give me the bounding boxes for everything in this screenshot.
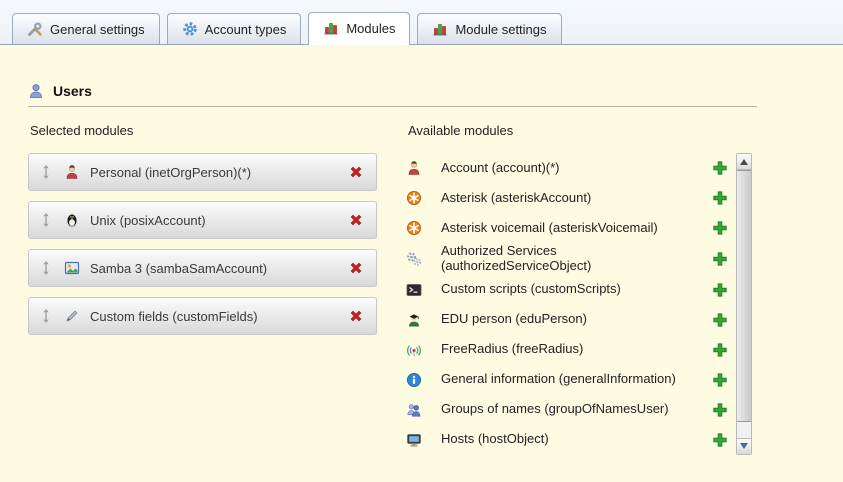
samba-icon [64,260,80,276]
tools-icon [27,21,43,37]
gear-icon [182,21,198,37]
tab-label: Account types [205,22,287,37]
available-module-row: Asterisk (asteriskAccount) [406,183,728,213]
available-module-label: Authorized Services (authorizedServiceOb… [441,244,703,274]
available-modules-column: Available modules Account (account)(*) A… [406,123,752,455]
edu-person-icon [406,312,422,328]
page-title: Users [53,83,92,99]
selected-module-row[interactable]: Samba 3 (sambaSamAccount) [28,249,377,287]
available-module-label: General information (generalInformation) [441,372,703,387]
selected-module-label: Samba 3 (sambaSamAccount) [90,261,267,276]
selected-module-row[interactable]: Custom fields (customFields) [28,297,377,335]
available-module-row: Account (account)(*) [406,153,728,183]
available-module-label: Account (account)(*) [441,161,703,176]
add-icon[interactable] [712,372,728,388]
asterisk-icon [406,190,422,206]
scroll-down-button[interactable] [737,438,751,454]
tab-modules[interactable]: Modules [308,12,410,45]
selected-module-row[interactable]: Unix (posixAccount) [28,201,377,239]
arrow-up-icon [740,159,748,165]
add-icon[interactable] [712,282,728,298]
tab-label: General settings [50,22,145,37]
available-module-row: General information (generalInformation) [406,365,728,395]
selected-modules-column: Selected modules Personal (inetOrgPerson… [28,123,377,455]
available-module-row: Asterisk voicemail (asteriskVoicemail) [406,213,728,243]
groups-icon [406,402,422,418]
delete-icon[interactable] [348,260,364,276]
info-icon [406,372,422,388]
selected-module-label: Personal (inetOrgPerson)(*) [90,165,251,180]
add-icon[interactable] [712,432,728,448]
drag-handle-icon[interactable] [41,164,51,180]
available-module-row: FreeRadius (freeRadius) [406,335,728,365]
selected-modules-heading: Selected modules [30,123,377,138]
personal-icon [64,164,80,180]
asterisk-voicemail-icon [406,220,422,236]
drag-handle-icon[interactable] [41,308,51,324]
available-module-row: Groups of names (groupOfNamesUser) [406,395,728,425]
delete-icon[interactable] [348,212,364,228]
terminal-icon [406,282,422,298]
tux-icon [64,212,80,228]
available-module-label: EDU person (eduPerson) [441,312,703,327]
add-icon[interactable] [712,160,728,176]
tab-label: Module settings [455,22,546,37]
available-modules-list-wrap: Account (account)(*) Asterisk (asteriskA… [406,153,752,455]
available-module-label: Custom scripts (customScripts) [441,282,703,297]
available-module-label: Asterisk voicemail (asteriskVoicemail) [441,221,703,236]
delete-icon[interactable] [348,164,364,180]
add-icon[interactable] [712,402,728,418]
services-icon [406,251,422,267]
section-header-users: Users [28,83,757,107]
available-module-label: Groups of names (groupOfNamesUser) [441,402,703,417]
account-icon [406,160,422,176]
selected-module-label: Custom fields (customFields) [90,309,258,324]
tab-module-settings[interactable]: Module settings [417,13,561,44]
scrollbar[interactable] [736,153,752,455]
available-modules-list: Account (account)(*) Asterisk (asteriskA… [406,153,728,455]
scroll-up-button[interactable] [737,154,751,170]
user-icon [28,83,44,99]
tab-account-types[interactable]: Account types [167,13,302,44]
available-module-label: Hosts (hostObject) [441,432,703,447]
custom-fields-icon [64,308,80,324]
selected-module-label: Unix (posixAccount) [90,213,206,228]
available-module-row: Authorized Services (authorizedServiceOb… [406,243,728,275]
add-icon[interactable] [712,342,728,358]
add-icon[interactable] [712,312,728,328]
available-module-label: Asterisk (asteriskAccount) [441,191,703,206]
scrollbar-thumb[interactable] [737,170,751,422]
chart-icon [432,21,448,37]
available-module-row: Hosts (hostObject) [406,425,728,455]
drag-handle-icon[interactable] [41,260,51,276]
available-module-row: EDU person (eduPerson) [406,305,728,335]
delete-icon[interactable] [348,308,364,324]
available-module-row: Custom scripts (customScripts) [406,275,728,305]
arrow-down-icon [740,443,748,449]
modules-columns: Selected modules Personal (inetOrgPerson… [28,123,815,455]
tab-general-settings[interactable]: General settings [12,13,160,44]
tab-bar: General settings Account types Modules M… [0,0,843,45]
chart-icon [323,20,339,36]
host-icon [406,432,422,448]
add-icon[interactable] [712,220,728,236]
add-icon[interactable] [712,190,728,206]
add-icon[interactable] [712,251,728,267]
available-modules-heading: Available modules [408,123,752,138]
freeradius-icon [406,342,422,358]
drag-handle-icon[interactable] [41,212,51,228]
selected-module-row[interactable]: Personal (inetOrgPerson)(*) [28,153,377,191]
tab-label: Modules [346,21,395,36]
available-module-label: FreeRadius (freeRadius) [441,342,703,357]
